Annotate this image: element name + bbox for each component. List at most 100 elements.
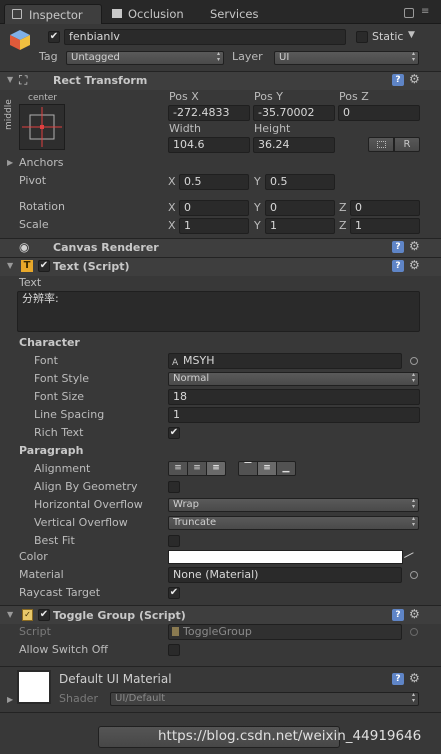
line-spacing-input[interactable]: 1 [168,407,420,423]
gear-icon[interactable]: ⚙ [409,608,420,620]
rect-transform-foldout-icon[interactable]: ▼ [7,73,13,87]
posz-input[interactable]: 0 [338,105,420,121]
width-input[interactable]: 104.6 [168,137,250,153]
text-script-foldout-icon[interactable]: ▼ [7,259,13,273]
canvas-renderer-title: Canvas Renderer [53,241,159,254]
rich-text-label: Rich Text [34,426,84,439]
static-dropdown-icon[interactable]: ▼ [408,30,415,40]
align-bottom-icon[interactable]: ▁ [277,462,295,475]
raw-edit-button[interactable]: R [394,137,420,152]
blueprint-mode-button[interactable] [368,137,394,152]
text-label: Text [19,276,42,289]
help-icon[interactable]: ? [392,74,404,86]
pivot-x-letter: X [168,175,176,188]
allow-switch-off-label: Allow Switch Off [19,643,108,656]
gear-icon[interactable]: ⚙ [409,240,420,252]
scale-x-input[interactable]: 1 [179,218,249,234]
object-picker-icon [410,628,418,636]
tab-inspector[interactable]: Inspector [4,4,102,24]
align-top-icon[interactable]: ▔ [239,462,258,475]
posy-input[interactable]: -35.70002 [253,105,335,121]
posz-label: Pos Z [339,90,369,103]
material-title: Default UI Material [59,672,172,686]
material-foldout-icon[interactable]: ▶ [7,693,13,707]
toggle-group-foldout-icon[interactable]: ▼ [7,608,13,622]
rotation-x-input[interactable]: 0 [179,200,249,216]
text-enabled-checkbox[interactable]: ✔ [38,260,50,272]
posx-input[interactable]: -272.4833 [168,105,250,121]
color-label: Color [19,550,48,563]
align-left-icon[interactable]: ≡ [169,462,188,475]
help-icon[interactable]: ? [392,609,404,621]
gear-icon[interactable]: ⚙ [409,73,420,85]
height-label: Height [254,122,291,135]
scale-y-letter: Y [254,219,261,232]
gear-icon[interactable]: ⚙ [409,259,420,271]
material-separator [0,666,441,667]
lock-icon[interactable] [404,8,414,18]
rect-transform-title: Rect Transform [53,74,148,87]
anchor-preset-button[interactable] [19,104,65,150]
object-picker-icon[interactable] [410,571,418,579]
pivot-y-input[interactable]: 0.5 [265,174,335,190]
vertical-overflow-dropdown[interactable]: Truncate [168,516,419,530]
help-icon[interactable]: ? [392,673,404,685]
font-field[interactable]: A MSYH [168,353,402,369]
material-label: Material [19,568,64,581]
tab-services-label: Services [210,7,259,21]
tag-label: Tag [39,50,58,63]
script-field: ToggleGroup [168,624,402,640]
anchor-preset-h-label: center [28,93,57,103]
object-picker-icon[interactable] [410,357,418,365]
align-right-icon[interactable]: ≡ [207,462,225,475]
tag-dropdown[interactable]: Untagged [66,51,224,65]
best-fit-checkbox[interactable] [168,535,180,547]
occlusion-icon [112,9,122,18]
text-content-area[interactable]: 分辨率: [17,291,420,332]
color-swatch[interactable] [168,550,403,564]
allow-switch-off-checkbox[interactable] [168,644,180,656]
width-label: Width [169,122,201,135]
align-by-geometry-checkbox[interactable] [168,481,180,493]
height-input[interactable]: 36.24 [253,137,335,153]
alignment-label: Alignment [34,462,91,475]
static-checkbox[interactable] [356,31,368,43]
posy-label: Pos Y [254,90,283,103]
scale-y-input[interactable]: 1 [265,218,335,234]
rich-text-checkbox[interactable]: ✔ [168,427,180,439]
layer-dropdown[interactable]: UI [274,51,419,65]
rotation-z-input[interactable]: 0 [350,200,420,216]
material-field[interactable]: None (Material) [168,567,402,583]
material-preview-swatch [17,670,51,704]
raycast-target-label: Raycast Target [19,586,101,599]
font-asset-icon: A [172,358,179,368]
paragraph-heading: Paragraph [19,444,84,457]
tab-services[interactable]: Services [186,4,266,24]
scale-z-letter: Z [339,219,347,232]
gear-icon[interactable]: ⚙ [409,672,420,684]
script-file-icon [172,627,179,636]
eyedropper-icon[interactable]: / [403,549,416,562]
gameobject-active-checkbox[interactable]: ✔ [48,31,60,43]
layer-label: Layer [232,50,263,63]
align-center-icon[interactable]: ≡ [188,462,207,475]
pivot-x-input[interactable]: 0.5 [179,174,249,190]
raycast-target-checkbox[interactable]: ✔ [168,587,180,599]
anchors-label[interactable]: Anchors [19,156,64,170]
tab-inspector-label: Inspector [29,8,83,22]
rotation-y-input[interactable]: 0 [265,200,335,216]
menu-icon[interactable]: ≡ [421,6,429,17]
horizontal-overflow-dropdown[interactable]: Wrap [168,498,419,512]
pivot-label: Pivot [19,174,47,187]
toggle-group-enabled-checkbox[interactable]: ✔ [38,609,50,621]
help-icon[interactable]: ? [392,241,404,253]
help-icon[interactable]: ? [392,260,404,272]
align-middle-icon[interactable]: ≡ [258,462,277,475]
font-size-input[interactable]: 18 [168,389,420,405]
gameobject-name-input[interactable]: fenbianlv [64,29,346,45]
font-style-dropdown[interactable]: Normal [168,372,419,386]
inspector-icon [12,9,22,19]
static-label: Static [372,30,404,43]
anchors-foldout-icon[interactable]: ▶ [7,156,13,170]
scale-z-input[interactable]: 1 [350,218,420,234]
